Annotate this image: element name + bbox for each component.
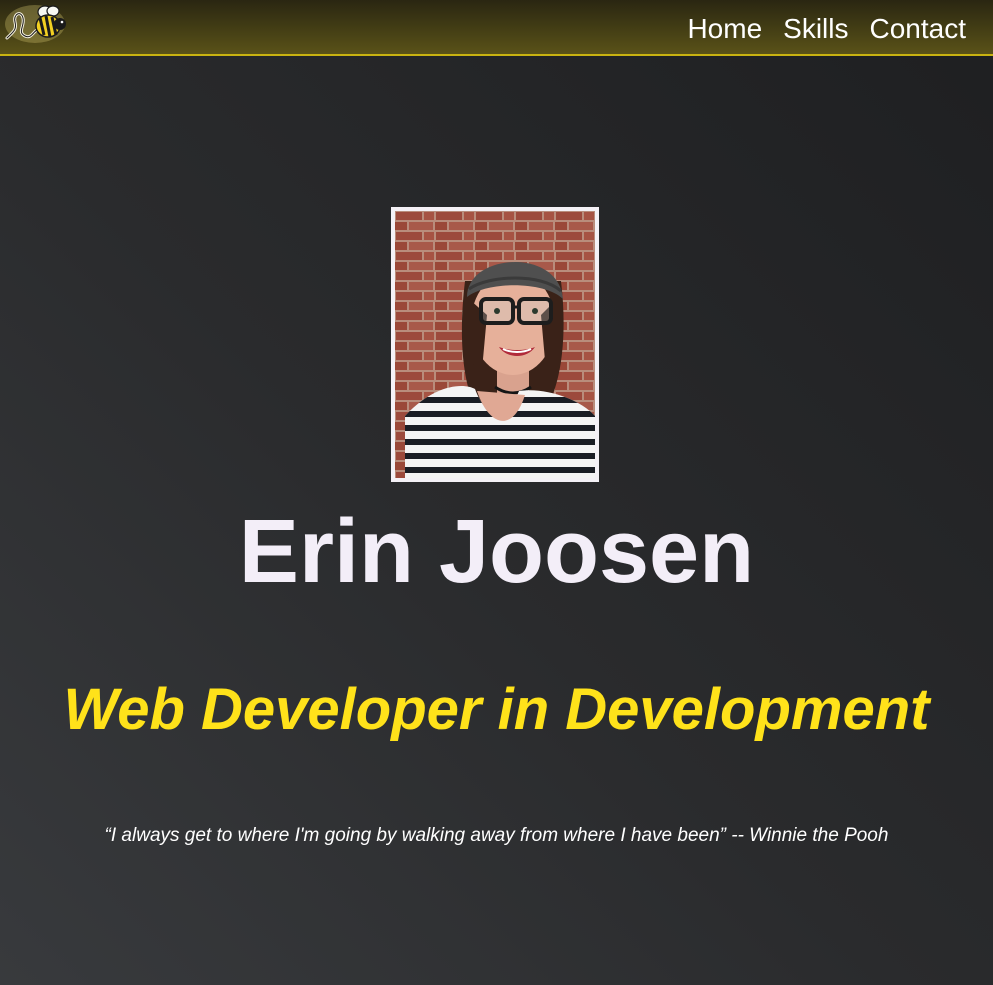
hero-quote: “I always get to where I'm going by walk… — [104, 825, 889, 846]
top-navbar: Home Skills Contact — [0, 0, 993, 56]
profile-photo — [391, 207, 599, 482]
profile-photo-illustration — [395, 211, 595, 478]
hero-tagline: Web Developer in Development — [63, 677, 930, 742]
nav-skills-link[interactable]: Skills — [783, 11, 848, 47]
nav-contact-link[interactable]: Contact — [870, 11, 967, 47]
nav-links: Home Skills Contact — [687, 11, 966, 47]
bee-logo-icon[interactable] — [3, 2, 67, 44]
nav-home-link[interactable]: Home — [687, 11, 762, 47]
hero-name: Erin Joosen — [238, 502, 755, 602]
